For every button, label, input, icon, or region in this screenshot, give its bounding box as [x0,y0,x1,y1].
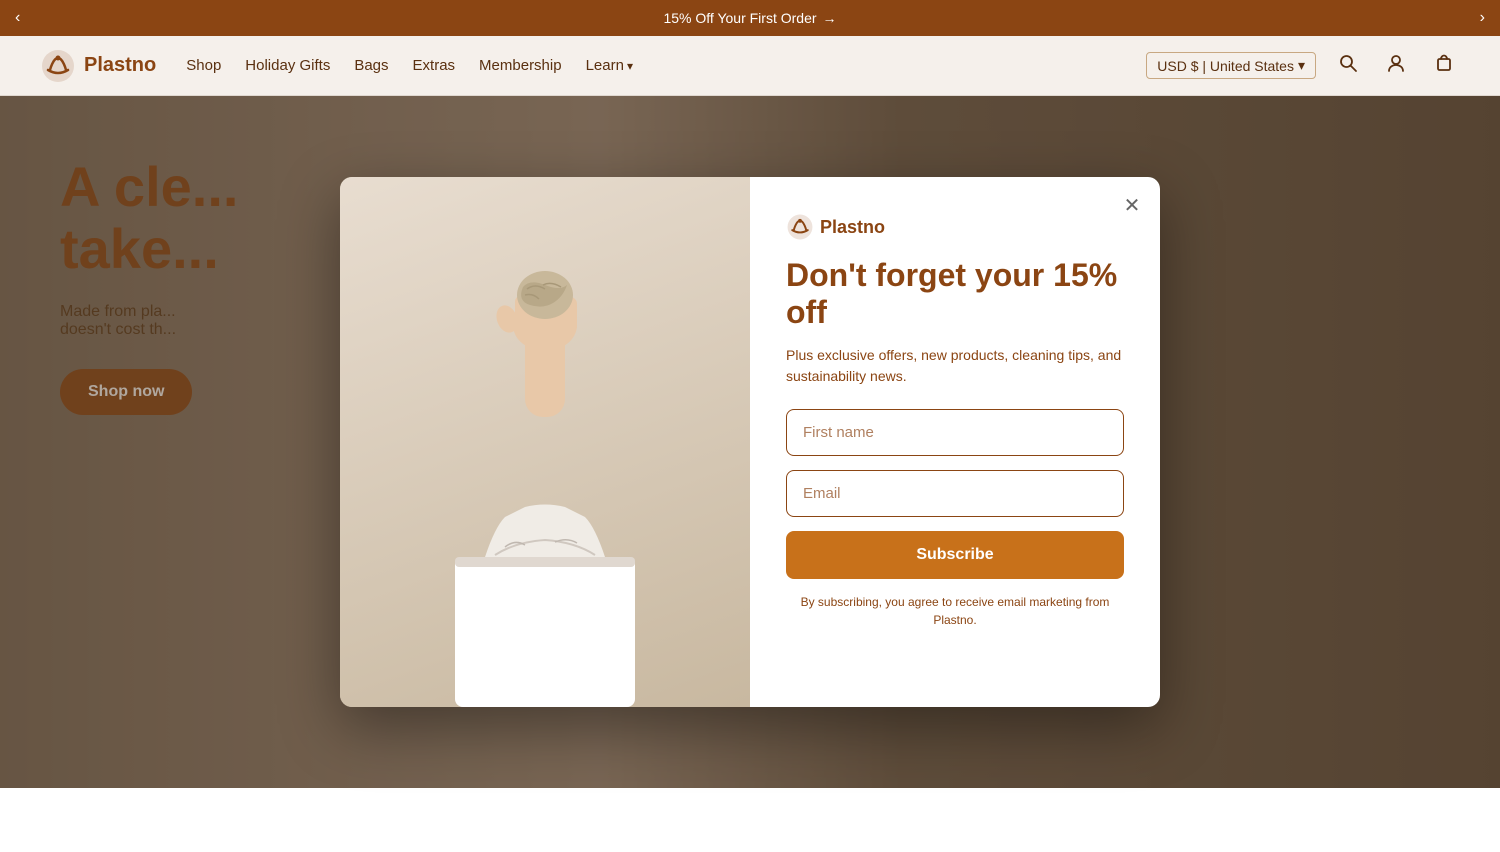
announcement-bar: ‹ 15% Off Your First Order → › [0,0,1500,36]
hero-section: A cle... take... Made from pla... doesn'… [0,96,1500,788]
first-name-input[interactable] [786,409,1124,456]
modal-image-panel [340,177,750,707]
modal-form-panel: ✕ Plastno Don't forget your 15% off Plus… [750,177,1160,707]
logo-icon [40,48,76,84]
modal-subtext: Plus exclusive offers, new products, cle… [786,345,1124,387]
nav-item-membership[interactable]: Membership [479,57,562,74]
email-input[interactable] [786,470,1124,517]
logo[interactable]: Plastno [40,48,156,84]
login-button[interactable] [1380,50,1412,82]
announcement-next[interactable]: › [1480,9,1485,27]
announcement-link[interactable]: 15% Off Your First Order → [663,10,836,26]
announcement-arrow: → [823,10,837,26]
modal-logo-icon [786,213,814,241]
person-icon [1386,53,1406,79]
modal-wrapper: ✕ Plastno Don't forget your 15% off Plus… [0,96,1500,788]
nav-item-holiday-gifts[interactable]: Holiday Gifts [245,57,330,74]
main-nav: Shop Holiday Gifts Bags Extras Membershi… [186,57,633,74]
cart-icon [1434,53,1454,79]
nav-item-shop[interactable]: Shop [186,57,221,74]
logo-text: Plastno [84,54,156,77]
header-left: Plastno Shop Holiday Gifts Bags Extras M… [40,48,633,84]
announcement-text: 15% Off Your First Order [663,10,816,26]
subscribe-button[interactable]: Subscribe [786,531,1124,579]
modal-disclaimer: By subscribing, you agree to receive ema… [786,593,1124,629]
search-button[interactable] [1332,50,1364,82]
currency-text: USD $ | United States [1157,58,1294,74]
currency-chevron-icon: ▾ [1298,57,1305,74]
modal-logo: Plastno [786,213,1124,241]
hand-illustration [455,237,635,417]
cart-button[interactable] [1428,50,1460,82]
header-right: USD $ | United States ▾ [1146,50,1460,82]
nav-item-learn[interactable]: Learn [586,57,633,74]
search-icon [1338,53,1358,79]
modal-container: ✕ Plastno Don't forget your 15% off Plus… [340,177,1160,707]
modal-heading: Don't forget your 15% off [786,257,1124,331]
header: Plastno Shop Holiday Gifts Bags Extras M… [0,36,1500,96]
close-icon: ✕ [1124,193,1141,218]
modal-close-button[interactable]: ✕ [1118,191,1146,219]
nav-item-extras[interactable]: Extras [413,57,456,74]
nav-item-bags[interactable]: Bags [354,57,388,74]
currency-selector[interactable]: USD $ | United States ▾ [1146,52,1316,79]
trash-bag-illustration [425,447,665,707]
modal-logo-text: Plastno [820,217,885,238]
announcement-prev[interactable]: ‹ [15,9,20,27]
